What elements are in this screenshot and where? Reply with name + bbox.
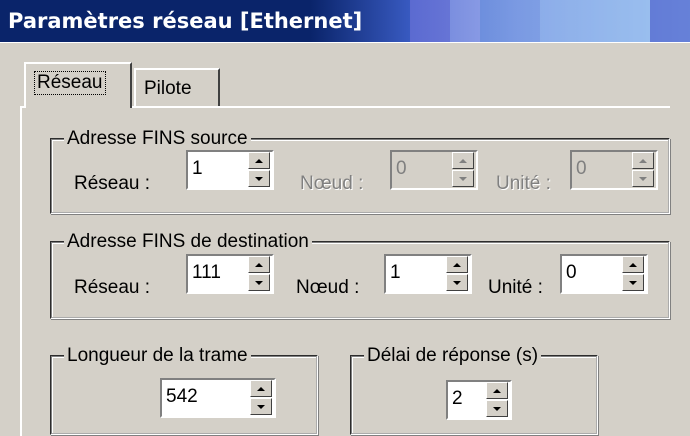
spin-down-button xyxy=(632,170,654,187)
source-reseau-spinner[interactable]: 1 xyxy=(186,150,274,190)
arrow-up-icon xyxy=(255,158,263,163)
arrow-up-icon xyxy=(453,262,461,267)
dest-noeud-label: Nœud : xyxy=(296,277,360,298)
spin-down-button[interactable] xyxy=(250,398,272,415)
tab-reseau[interactable]: Réseau xyxy=(24,62,132,108)
tab-pilote[interactable]: Pilote xyxy=(134,68,220,106)
title-bar-gradient xyxy=(330,0,690,42)
source-noeud-spinner: 0 xyxy=(390,150,478,190)
spin-up-button xyxy=(632,152,654,169)
group-fins-source-legend: Adresse FINS source xyxy=(64,127,251,151)
source-unite-spinner: 0 xyxy=(570,150,658,190)
arrow-down-icon xyxy=(629,280,637,285)
arrow-up-icon xyxy=(459,158,467,163)
dest-reseau-label: Réseau : xyxy=(74,277,151,298)
spin-down-button[interactable] xyxy=(248,274,270,291)
spin-up-button[interactable] xyxy=(486,382,508,399)
arrow-down-icon xyxy=(255,176,263,181)
arrow-down-icon xyxy=(257,404,265,409)
source-reseau-label: Réseau : xyxy=(74,173,151,194)
frame-length-spinner[interactable]: 542 xyxy=(160,378,276,418)
spin-down-button[interactable] xyxy=(622,274,644,291)
dest-noeud-value: 1 xyxy=(390,262,401,283)
arrow-down-icon xyxy=(459,176,467,181)
response-delay-value: 2 xyxy=(452,388,463,409)
spin-down-button xyxy=(452,170,474,187)
title-bar[interactable]: Paramètres réseau [Ethernet] xyxy=(0,0,690,42)
group-frame-length-legend: Longueur de la trame xyxy=(64,344,251,368)
spin-up-button xyxy=(452,152,474,169)
spin-up-button[interactable] xyxy=(248,152,270,169)
arrow-down-icon xyxy=(493,406,501,411)
spin-down-button[interactable] xyxy=(248,170,270,187)
spin-up-button[interactable] xyxy=(622,256,644,273)
tab-reseau-label: Réseau xyxy=(34,71,106,95)
arrow-up-icon xyxy=(257,386,265,391)
arrow-up-icon xyxy=(639,158,647,163)
tab-pilote-label: Pilote xyxy=(144,78,192,99)
dest-reseau-value: 111 xyxy=(192,262,221,283)
arrow-up-icon xyxy=(255,262,263,267)
spin-up-button[interactable] xyxy=(250,380,272,397)
arrow-down-icon xyxy=(453,280,461,285)
dest-unite-label: Unité : xyxy=(488,277,543,298)
dest-unite-value: 0 xyxy=(566,262,577,283)
frame-length-value: 542 xyxy=(166,386,198,407)
source-reseau-value: 1 xyxy=(192,158,203,179)
spin-up-button[interactable] xyxy=(446,256,468,273)
spin-up-button[interactable] xyxy=(248,256,270,273)
group-fins-destination-legend: Adresse FINS de destination xyxy=(64,230,312,254)
arrow-up-icon xyxy=(493,388,501,393)
dest-unite-spinner[interactable]: 0 xyxy=(560,254,648,294)
arrow-down-icon xyxy=(255,280,263,285)
response-delay-spinner[interactable]: 2 xyxy=(446,380,512,420)
arrow-up-icon xyxy=(629,262,637,267)
source-noeud-value: 0 xyxy=(396,158,407,179)
dest-noeud-spinner[interactable]: 1 xyxy=(384,254,472,294)
spin-down-button[interactable] xyxy=(486,400,508,417)
source-unite-value: 0 xyxy=(576,158,587,179)
source-noeud-label: Nœud : xyxy=(300,173,364,194)
group-response-delay-legend: Délai de réponse (s) xyxy=(364,344,542,368)
source-unite-label: Unité : xyxy=(496,173,551,194)
spin-down-button[interactable] xyxy=(446,274,468,291)
dest-reseau-spinner[interactable]: 111 xyxy=(186,254,274,294)
window-title: Paramètres réseau [Ethernet] xyxy=(8,9,363,33)
arrow-down-icon xyxy=(639,176,647,181)
